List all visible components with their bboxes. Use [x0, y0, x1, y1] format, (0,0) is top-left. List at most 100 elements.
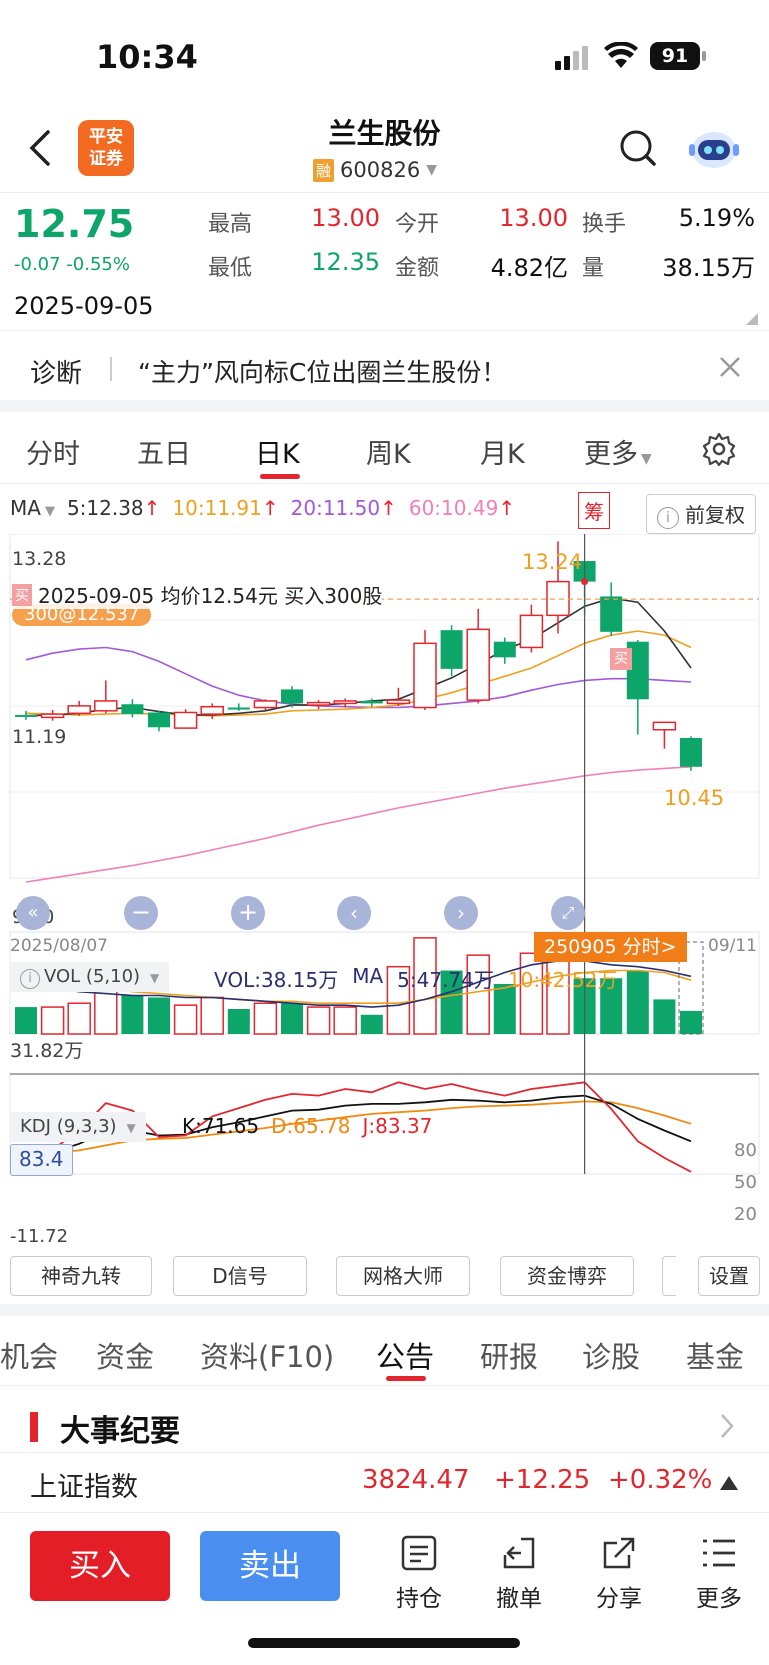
kdj-indicator-label: KDJ (9,3,3) [20, 1116, 117, 1137]
adjust-mode-button[interactable]: i 前复权 [646, 494, 756, 534]
event-section[interactable]: 大事纪要 [0, 1398, 769, 1450]
low-marker: 10.45 [664, 786, 725, 810]
tab-opportunity[interactable]: 机会 [0, 1334, 58, 1376]
nav-more[interactable]: 更多 [684, 1533, 754, 1613]
nav-share[interactable]: 分享 [584, 1533, 654, 1613]
candle-body [386, 699, 411, 705]
tab-monthly-k[interactable]: 月K [480, 432, 525, 471]
volume-bar [653, 999, 676, 1034]
settings-gear-icon[interactable] [702, 432, 736, 467]
tab-stock-diagnosis[interactable]: 诊股 [582, 1334, 640, 1376]
nav-positions[interactable]: 持仓 [384, 1533, 454, 1613]
tab-announcement[interactable]: 公告 [376, 1334, 434, 1376]
chart-period-tabs: 分时 五日 日K 周K 月K 更多 ▼ [0, 412, 769, 484]
intraday-jump-tag[interactable]: 250905 分时> [534, 932, 687, 962]
adjust-mode-label: 前复权 [685, 503, 745, 527]
volume-bar [173, 1004, 198, 1035]
margin-badge: 融 [313, 158, 335, 182]
ma-lines [25, 597, 692, 883]
tab-weekly-k[interactable]: 周K [366, 432, 411, 471]
chip-distribution-button[interactable]: 筹 [578, 492, 610, 529]
function-tabs: 机会 资金 资料(F10) 公告 研报 诊股 基金 [0, 1316, 769, 1386]
info-icon: i [657, 507, 679, 529]
buy-marker[interactable]: 买 [610, 648, 632, 670]
ma10-line [25, 630, 692, 717]
diagnosis-label: 诊断 [30, 359, 83, 389]
chevron-right-icon[interactable] [718, 1412, 736, 1440]
nav-cancel-order-label: 撤单 [496, 1586, 542, 1612]
nav-share-label: 分享 [596, 1586, 642, 1612]
ma-selector[interactable]: MA ▼ [10, 496, 55, 520]
candle [600, 582, 623, 636]
market-index-bar[interactable]: 上证指数 3824.47 +12.25 +0.32% [0, 1452, 769, 1512]
scroll-left-icon[interactable]: ‹ [337, 896, 371, 930]
volume-bar [67, 1002, 91, 1035]
kdj-value-box: 83.4 [10, 1144, 73, 1176]
tab-intraday[interactable]: 分时 [26, 432, 80, 471]
buy-button[interactable]: 买入 [30, 1531, 170, 1601]
tools-settings-button[interactable]: 设置 [698, 1256, 760, 1296]
vol-value: VOL:38.15万 [214, 968, 339, 992]
scroll-right-icon[interactable]: › [444, 896, 478, 930]
caret-up-icon[interactable] [720, 1475, 738, 1490]
volume-bar [626, 970, 649, 1034]
sell-button[interactable]: 卖出 [200, 1531, 340, 1601]
amount-label: 金额 [395, 256, 440, 281]
vol-ma5: 5:47.74万 [397, 968, 494, 992]
rewind-icon[interactable]: « [16, 896, 50, 930]
stock-code-selector[interactable]: 融 600826 ▼ [313, 158, 437, 182]
volume-bar [680, 1010, 702, 1034]
candle [173, 709, 198, 729]
grid-master-button[interactable]: 网格大师 [336, 1256, 470, 1296]
info-icon: i [20, 969, 40, 989]
volume-label: 量 [582, 256, 605, 281]
undo-icon [503, 1537, 535, 1569]
tab-more[interactable]: 更多 ▼ [584, 432, 652, 471]
up-arrow-icon: ↑ [143, 496, 161, 520]
divider [0, 192, 769, 193]
kdj-legend: K:71.65 D:65.78 J:83.37 [182, 1114, 432, 1138]
more-tools-edge[interactable] [662, 1256, 676, 1296]
search-icon[interactable] [618, 128, 658, 168]
caret-down-icon: ▼ [150, 971, 160, 985]
candle-body [253, 700, 278, 709]
volume-bar [15, 1007, 37, 1034]
tab-daily-k[interactable]: 日K [255, 432, 300, 471]
candle [67, 700, 91, 716]
candle-body [360, 700, 383, 704]
tab-more-label: 更多 [584, 439, 638, 470]
d-signal-button[interactable]: D信号 [173, 1256, 307, 1296]
ma5-text: 5:12.38 [66, 496, 144, 520]
tab-fund[interactable]: 基金 [686, 1334, 744, 1376]
magic-nine-button[interactable]: 神奇九转 [10, 1256, 152, 1296]
tab-capital[interactable]: 资金 [96, 1334, 154, 1376]
ma60-line [25, 766, 692, 883]
diagnosis-bar[interactable]: 诊断 “主力”风向标C位出圈兰生股份！ [0, 330, 769, 402]
open-label: 今开 [395, 212, 440, 237]
kline-chart[interactable] [0, 534, 769, 1254]
tab-f10[interactable]: 资料(F10) [200, 1334, 334, 1376]
ma60-value: 60:10.49↑ [409, 496, 515, 520]
close-icon[interactable] [718, 355, 742, 379]
volume-bar [333, 1006, 357, 1035]
vol-ma-label: MA [352, 964, 384, 988]
high-marker: 13.24 [522, 550, 583, 574]
vol-indicator-label: VOL (5,10) [44, 966, 141, 987]
fullscreen-icon[interactable]: ⤢ [551, 896, 585, 930]
fund-game-button[interactable]: 资金博弈 [500, 1256, 634, 1296]
robot-assistant-icon[interactable] [688, 124, 740, 172]
candle-body [652, 721, 677, 731]
kdj-indicator-selector[interactable]: KDJ (9,3,3) ▼ [10, 1112, 146, 1142]
crosshair-dot [581, 578, 589, 586]
document-icon [401, 1535, 437, 1571]
zoom-in-icon[interactable]: + [231, 896, 265, 930]
ma10-value: 10:11.91↑ [172, 496, 278, 520]
expand-corner-icon[interactable] [746, 310, 758, 325]
candle-body [466, 628, 490, 701]
candle-body [493, 641, 516, 658]
tab-research[interactable]: 研报 [480, 1334, 538, 1376]
vol-indicator-selector[interactable]: i VOL (5,10) ▼ [10, 962, 170, 992]
nav-cancel-order[interactable]: 撤单 [484, 1533, 554, 1613]
tab-five-day[interactable]: 五日 [137, 432, 191, 471]
zoom-out-icon[interactable]: − [124, 896, 158, 930]
